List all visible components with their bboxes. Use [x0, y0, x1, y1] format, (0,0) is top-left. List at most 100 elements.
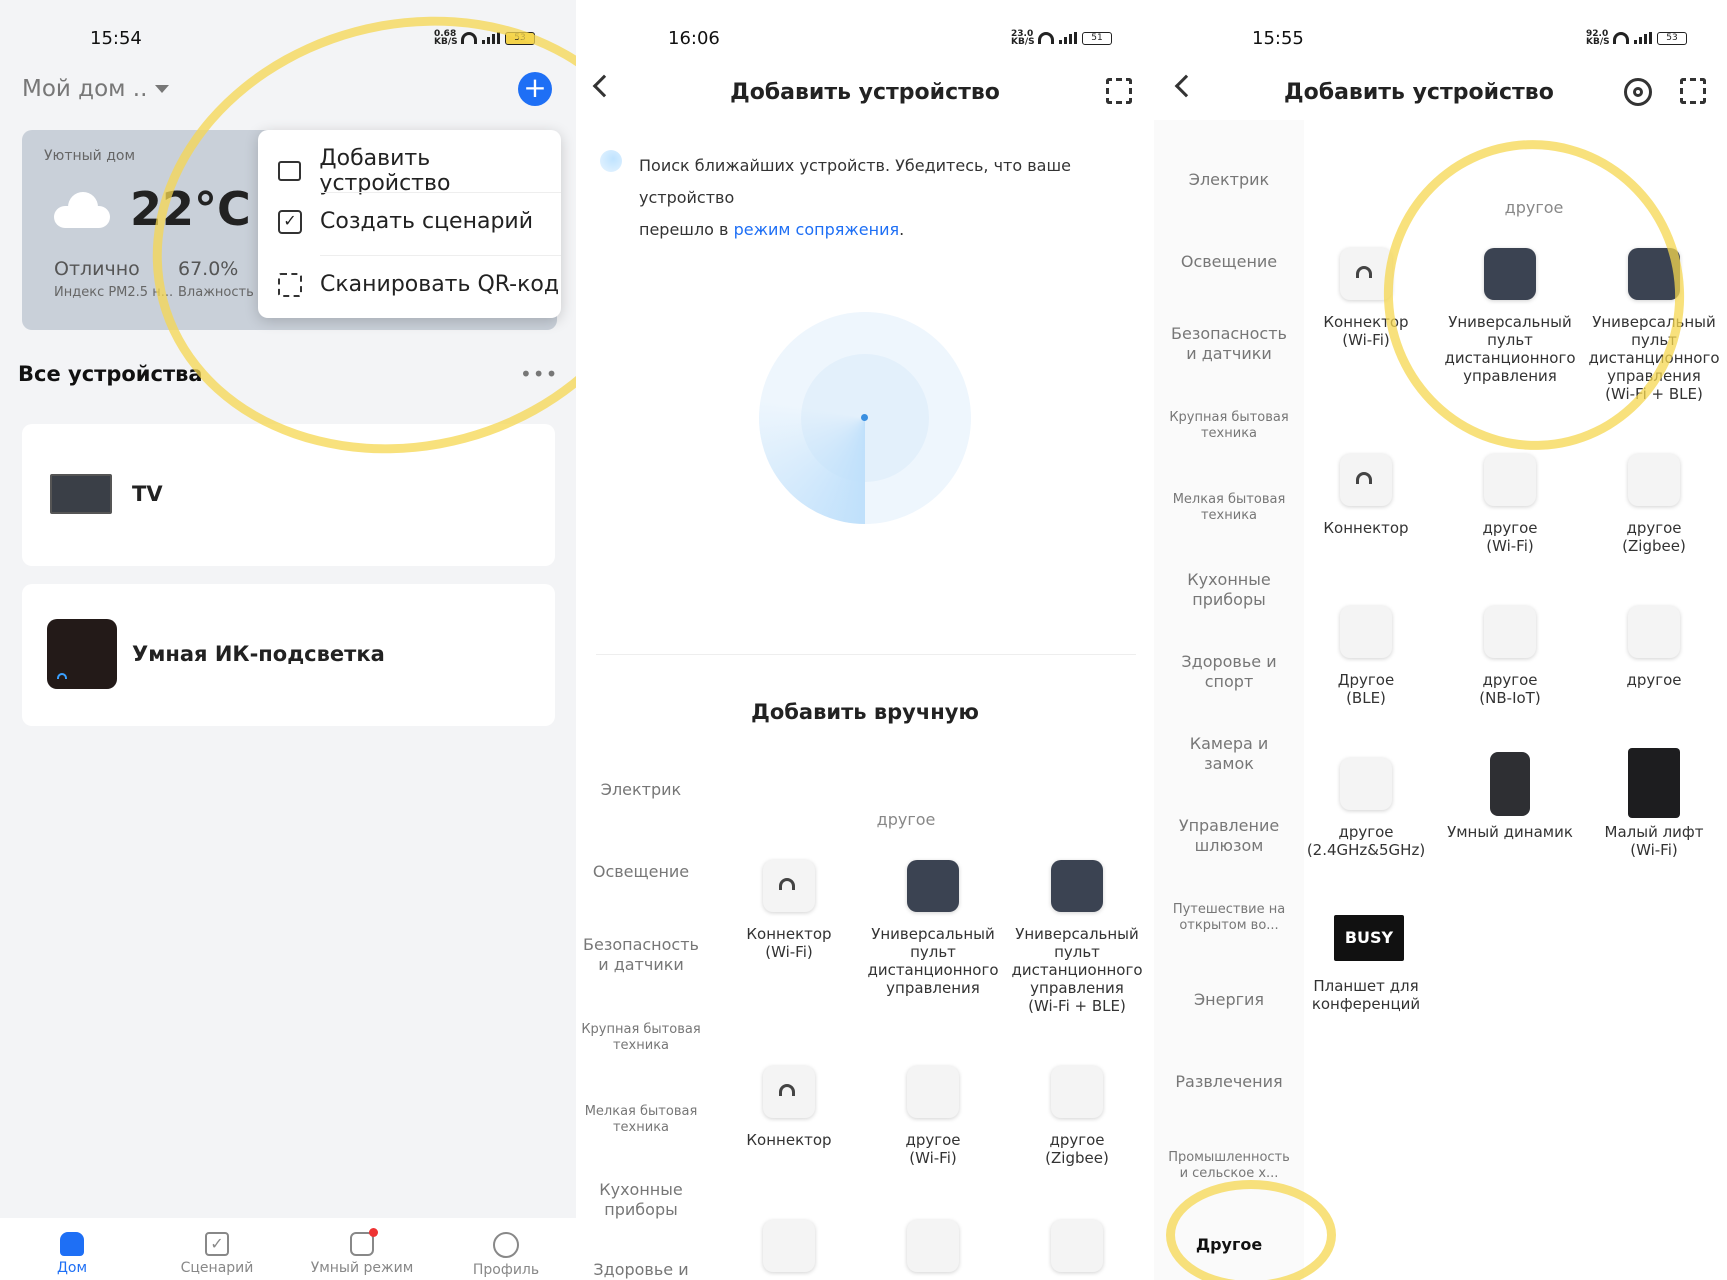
busy-tablet-icon[interactable]: BUSY: [1334, 915, 1404, 961]
category-entertainment[interactable]: Развлечения: [1164, 1072, 1294, 1092]
home-icon: [60, 1232, 84, 1256]
category-small-appliances[interactable]: Мелкая бытовая техника: [1164, 492, 1294, 525]
category-health[interactable]: Здоровье и: [576, 1260, 706, 1280]
home-name: Мой дом ..: [22, 76, 148, 102]
nav-scenes-label: Сценарий: [180, 1260, 254, 1276]
generic-device-icon[interactable]: [763, 1220, 815, 1272]
category-camera[interactable]: Камера и замок: [1164, 734, 1294, 774]
screen-add-device-search: 16:06 23.0 KB/S 51 Добавить устройство По…: [576, 0, 1154, 1280]
nav-scenes[interactable]: ✓ Сценарий: [157, 1232, 277, 1276]
category-gateway[interactable]: Управление шлюзом: [1164, 816, 1294, 856]
nav-smart-label: Умный режим: [310, 1260, 414, 1276]
status-time: 15:54: [90, 28, 142, 49]
device-type-label: другое (Wi-Fi): [1482, 519, 1538, 555]
wifi-icon: [1038, 32, 1054, 44]
generic-device-icon[interactable]: [907, 1066, 959, 1118]
highlight-annotation: [1363, 120, 1705, 470]
net-unit: KB/S: [1586, 37, 1610, 47]
category-electric[interactable]: Электрик: [576, 780, 706, 800]
generic-device-icon[interactable]: [1051, 1220, 1103, 1272]
device-type-label: Универсальный пульт дистанционного управлен…: [1011, 925, 1143, 1015]
category-electric[interactable]: Электрик: [1164, 170, 1294, 190]
search-hint: Поиск ближайших устройств. Убедитесь, чт…: [639, 150, 1139, 246]
category-outdoor[interactable]: Путешествие на открытом во...: [1164, 902, 1294, 935]
page-title: Добавить устройство: [730, 80, 1000, 105]
nav-home-label: Дом: [56, 1260, 88, 1276]
device-type-label: другое (Wi-Fi): [905, 1131, 961, 1167]
category-sidebar: [1154, 120, 1304, 1280]
nav-profile[interactable]: Профиль: [446, 1232, 566, 1278]
generic-device-icon[interactable]: [1484, 454, 1536, 506]
category-health[interactable]: Здоровье и спорт: [1164, 652, 1294, 692]
generic-device-icon[interactable]: [907, 1220, 959, 1272]
remote-icon[interactable]: [907, 860, 959, 912]
scene-icon: ✓: [205, 1232, 229, 1256]
category-large-appliances[interactable]: Крупная бытовая техника: [576, 1022, 706, 1055]
cube-icon: [350, 1228, 378, 1256]
elevator-icon[interactable]: [1628, 748, 1680, 818]
smart-speaker-icon[interactable]: [1490, 752, 1530, 816]
category-kitchen[interactable]: Кухонные приборы: [576, 1180, 706, 1220]
nav-smart[interactable]: Умный режим: [302, 1228, 422, 1276]
radar-animation: [759, 312, 971, 524]
device-type-label: Коннектор: [746, 1131, 832, 1149]
generic-device-icon[interactable]: [1340, 606, 1392, 658]
status-icons: 23.0 KB/S 51: [1011, 30, 1112, 47]
category-small-appliances[interactable]: Мелкая бытовая техника: [576, 1104, 706, 1137]
signal-icon: [1059, 32, 1077, 44]
device-type-label: другое (2.4GHz&5GHz): [1306, 823, 1426, 859]
search-indicator-icon: [600, 150, 622, 172]
device-type-label: Коннектор: [1323, 519, 1409, 537]
wifi-connector-icon[interactable]: [763, 860, 815, 912]
category-security[interactable]: Безопасность и датчики: [576, 935, 706, 975]
cloud-icon: [54, 192, 110, 228]
highlight-annotation: [1166, 1180, 1336, 1280]
generic-device-icon[interactable]: [1340, 758, 1392, 810]
wifi-connector-icon[interactable]: [1340, 454, 1392, 506]
device-type-label: другое (NB-IoT): [1479, 671, 1541, 707]
scan-icon[interactable]: [1106, 78, 1132, 104]
generic-device-icon[interactable]: [1628, 454, 1680, 506]
home-selector[interactable]: Мой дом ..: [22, 76, 170, 102]
device-name: Умная ИК-подсветка: [132, 642, 385, 666]
device-card-tv[interactable]: TV: [22, 424, 555, 566]
device-card-ir-light[interactable]: Умная ИК-подсветка: [22, 584, 555, 726]
manual-add-title: Добавить вручную: [751, 700, 979, 724]
device-type-label: Планшет для конференций: [1311, 977, 1421, 1013]
weather-location: Уютный дом: [44, 148, 136, 164]
divider: [596, 654, 1136, 655]
category-lighting[interactable]: Освещение: [1164, 252, 1294, 272]
generic-device-icon[interactable]: [1484, 606, 1536, 658]
generic-device-icon[interactable]: [1628, 606, 1680, 658]
back-icon[interactable]: [1174, 74, 1198, 98]
signal-icon: [1634, 32, 1652, 44]
ir-device-icon: [47, 619, 117, 689]
radar-icon[interactable]: [1624, 78, 1652, 106]
wifi-connector-icon[interactable]: [763, 1066, 815, 1118]
battery-icon: 51: [1082, 31, 1112, 45]
category-energy[interactable]: Энергия: [1164, 990, 1294, 1010]
profile-icon: [493, 1232, 519, 1258]
category-large-appliances[interactable]: Крупная бытовая техника: [1164, 410, 1294, 443]
search-hint-line2: перешло в: [639, 220, 729, 239]
chevron-down-icon: [155, 84, 170, 100]
generic-device-icon[interactable]: [1051, 1066, 1103, 1118]
status-time: 16:06: [668, 28, 720, 49]
scan-icon[interactable]: [1680, 78, 1706, 104]
screen-home: 15:54 0.68 KB/S 53 Мой дом .. + Уютный до…: [0, 0, 576, 1280]
category-security[interactable]: Безопасность и датчики: [1164, 324, 1294, 364]
battery-icon: 53: [1657, 31, 1687, 45]
net-unit: KB/S: [1011, 37, 1035, 47]
device-type-label: Умный динамик: [1447, 823, 1573, 841]
section-title: Все устройства: [18, 362, 203, 386]
screen-add-device-other: 15:55 92.0 KB/S 53 Добавить устройство Эл…: [1154, 0, 1727, 1280]
remote-icon[interactable]: [1051, 860, 1103, 912]
wifi-icon: [1613, 32, 1629, 44]
category-lighting[interactable]: Освещение: [576, 862, 706, 882]
tv-icon: [50, 474, 112, 514]
category-industry[interactable]: Промышленность и сельское х...: [1164, 1150, 1294, 1183]
category-kitchen[interactable]: Кухонные приборы: [1164, 570, 1294, 610]
device-type-label: Коннектор (Wi-Fi): [746, 925, 832, 961]
pairing-mode-link[interactable]: режим сопряжения: [734, 220, 900, 239]
nav-home[interactable]: Дом: [12, 1232, 132, 1276]
